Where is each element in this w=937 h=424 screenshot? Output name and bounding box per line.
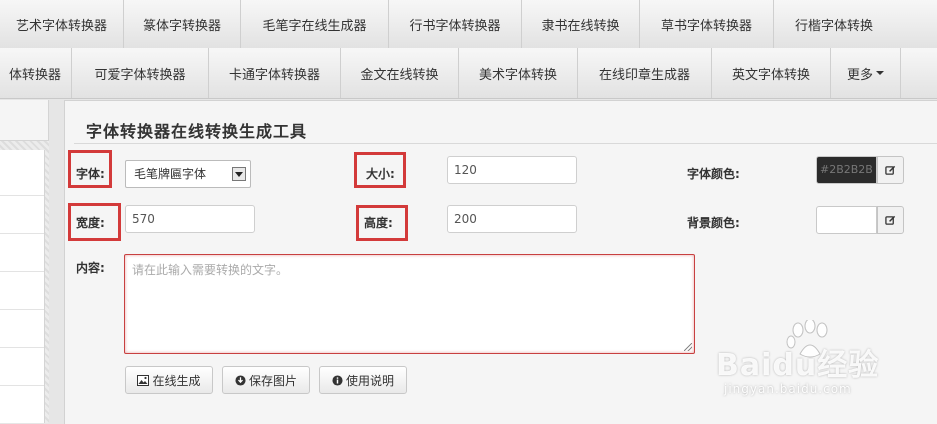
left-panel-header <box>0 100 49 141</box>
nav-link-cartoon-font[interactable]: 卡通字体转换器 <box>209 48 341 98</box>
nav-link-art-font-2[interactable]: 美术字体转换 <box>459 48 578 98</box>
baidu-watermark: Baidu经验 jingyan.baidu.com <box>716 318 931 410</box>
nav-link-english-font[interactable]: 英文字体转换 <box>712 48 831 98</box>
nav-link-cute-font[interactable]: 可爱字体转换器 <box>72 48 209 98</box>
font-color-picker-button[interactable] <box>877 156 904 184</box>
font-color-label: 字体颜色: <box>687 167 740 181</box>
nav-row-2: 体转换器 可爱字体转换器 卡通字体转换器 金文在线转换 美术字体转换 在线印章生… <box>0 48 937 99</box>
nav-link-art-font[interactable]: 艺术字体转换器 <box>0 0 124 48</box>
nav-more-dropdown[interactable]: 更多 <box>831 48 901 98</box>
list-divider <box>0 385 44 386</box>
nav-row-1: 艺术字体转换器 篆体字转换器 毛笔字在线生成器 行书字体转换器 隶书在线转换 草… <box>0 0 937 49</box>
image-icon <box>137 374 150 386</box>
nav-link-running-regular[interactable]: 行楷字体转换 <box>774 0 894 48</box>
nav-link-seal-generator[interactable]: 在线印章生成器 <box>578 48 712 98</box>
font-select-value: 毛笔牌匾字体 <box>134 167 207 181</box>
left-panel-list <box>0 150 45 423</box>
resize-grip-icon[interactable] <box>684 343 692 351</box>
nav-link-running-script[interactable]: 行书字体转换器 <box>389 0 522 48</box>
panel-title: 字体转换器在线转换生成工具 <box>86 122 308 141</box>
edit-icon <box>885 215 896 225</box>
content-placeholder: 请在此输入需要转换的文字。 <box>132 263 289 277</box>
generate-button[interactable]: 在线生成 <box>125 366 213 394</box>
download-circle-icon <box>235 374 246 386</box>
info-circle-icon <box>332 374 343 386</box>
font-label: 字体: <box>76 167 105 181</box>
help-label: 使用说明 <box>345 373 394 388</box>
width-input[interactable]: 570 <box>125 205 255 233</box>
nav-link-seal-script[interactable]: 篆体字转换器 <box>124 0 241 48</box>
content-textarea[interactable]: 请在此输入需要转换的文字。 <box>124 254 695 354</box>
nav-link-brush-calligraphy[interactable]: 毛笔字在线生成器 <box>241 0 389 48</box>
font-select[interactable]: 毛笔牌匾字体 <box>125 160 251 188</box>
height-label: 高度: <box>364 216 393 230</box>
font-color-input[interactable]: #2B2B2B <box>816 156 877 184</box>
size-input[interactable]: 120 <box>447 156 577 184</box>
nav-link-bronze-script[interactable]: 金文在线转换 <box>341 48 459 98</box>
edit-icon <box>885 165 896 175</box>
content-label: 内容: <box>76 261 105 275</box>
list-divider <box>0 195 44 196</box>
list-divider <box>0 309 44 310</box>
list-divider <box>0 271 44 272</box>
watermark-brand: Baidu经验 <box>716 348 880 383</box>
list-divider <box>0 347 44 348</box>
caret-down-icon <box>876 71 884 75</box>
size-label: 大小: <box>366 167 395 181</box>
watermark-url: jingyan.baidu.com <box>724 382 852 396</box>
help-button[interactable]: 使用说明 <box>319 366 407 394</box>
width-label: 宽度: <box>76 216 105 230</box>
nav-link-font-converter[interactable]: 体转换器 <box>0 48 72 98</box>
title-divider <box>74 143 937 144</box>
more-label: 更多 <box>846 67 873 83</box>
height-input[interactable]: 200 <box>447 205 577 233</box>
bg-color-input[interactable] <box>816 206 877 234</box>
bg-color-label: 背景颜色: <box>687 216 740 230</box>
list-divider <box>0 233 44 234</box>
nav-link-clerical-script[interactable]: 隶书在线转换 <box>522 0 640 48</box>
save-image-button[interactable]: 保存图片 <box>222 366 310 394</box>
dropdown-arrow-icon <box>232 167 246 181</box>
nav-link-cursive-script[interactable]: 草书字体转换器 <box>640 0 774 48</box>
save-image-label: 保存图片 <box>248 373 297 388</box>
bg-color-picker-button[interactable] <box>877 206 904 234</box>
generate-label: 在线生成 <box>152 373 201 388</box>
